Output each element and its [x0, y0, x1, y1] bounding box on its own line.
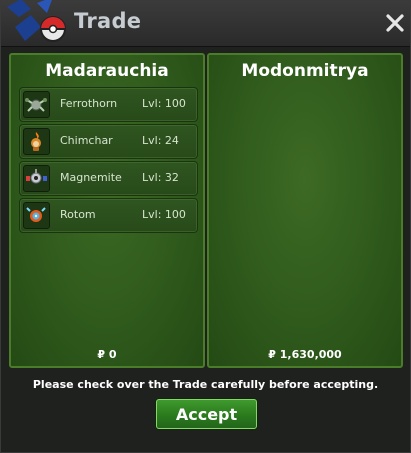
ferrothorn-icon [23, 91, 50, 118]
pokemon-level: Lvl: 100 [142, 97, 186, 110]
magnemite-icon [23, 165, 50, 192]
trainer-name-right: Modonmitrya [241, 61, 369, 81]
pokemon-name: Magnemite [60, 171, 122, 184]
pokemon-level: Lvl: 100 [142, 208, 186, 221]
currency-symbol: ₽ [97, 348, 106, 361]
pokemon-name: Rotom [60, 208, 96, 221]
money-offer-right: ₽ 1,630,000 [209, 348, 401, 361]
currency-symbol: ₽ [268, 348, 276, 361]
trainer-name-left: Madarauchia [45, 61, 169, 81]
pokemon-slot[interactable]: Chimchar Lvl: 24 [19, 124, 198, 159]
pokemon-slot[interactable]: Magnemite Lvl: 32 [19, 161, 198, 196]
pokemon-slot[interactable]: Rotom Lvl: 100 [19, 198, 198, 233]
trade-panel-own: Madarauchia Ferrothorn Lvl: 100 Chimchar… [9, 53, 205, 368]
money-amount: 1,630,000 [279, 348, 342, 361]
trade-panel-partner: Modonmitrya ₽ 1,630,000 [207, 53, 403, 368]
pokemon-level: Lvl: 32 [142, 171, 179, 184]
money-amount: 0 [108, 348, 117, 361]
pokemon-name: Ferrothorn [60, 97, 118, 110]
close-icon[interactable] [385, 12, 405, 34]
accept-button[interactable]: Accept [156, 399, 257, 429]
pokemon-name: Chimchar [60, 134, 113, 147]
trade-notice: Please check over the Trade carefully be… [32, 378, 379, 391]
rotom-icon [23, 202, 50, 229]
pokeball-logo-icon [7, 0, 66, 42]
pokemon-level: Lvl: 24 [142, 134, 179, 147]
pokemon-slot[interactable]: Ferrothorn Lvl: 100 [19, 87, 198, 122]
title-bar[interactable]: Trade [1, 0, 410, 47]
window-title: Trade [74, 9, 142, 33]
trade-window: Trade Madarauchia Ferrothorn Lvl: 100 Ch… [0, 0, 411, 453]
money-offer-left: ₽ 0 [11, 348, 203, 361]
chimchar-icon [23, 128, 50, 155]
